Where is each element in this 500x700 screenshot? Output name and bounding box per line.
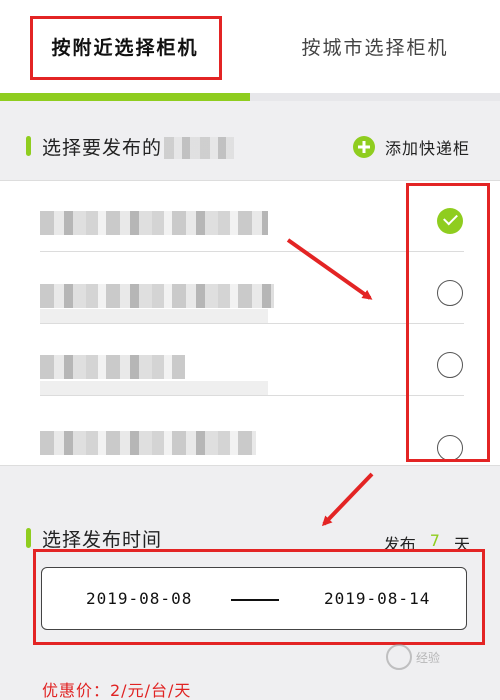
watermark: 经验 [386, 644, 440, 670]
blurred-text [164, 137, 235, 159]
blurred-locker-address [40, 309, 268, 323]
section-accent-bar [26, 136, 31, 156]
radio-unchecked-icon[interactable] [437, 435, 463, 461]
blurred-locker-name [40, 355, 185, 379]
section-accent-bar [26, 528, 31, 548]
radio-checked-icon[interactable] [437, 208, 463, 234]
active-tab-indicator [0, 93, 250, 101]
tab-city[interactable]: 按城市选择柜机 [250, 0, 500, 93]
blurred-locker-name [40, 284, 274, 308]
plus-circle-icon [352, 136, 375, 158]
start-date[interactable]: 2019-08-08 [86, 589, 192, 608]
blurred-locker-name [40, 211, 268, 235]
watermark-text: 经验 [416, 650, 441, 665]
end-date[interactable]: 2019-08-14 [324, 589, 430, 608]
date-range-picker[interactable]: 2019-08-08 2019-08-14 [41, 567, 467, 630]
date-separator [231, 599, 279, 601]
locker-row[interactable] [0, 397, 500, 468]
add-locker-button[interactable]: 添加快递柜 [352, 135, 470, 159]
tab-bar: 按附近选择柜机 按城市选择柜机 [0, 0, 500, 93]
locker-list [0, 180, 500, 466]
publish-days-count: 7 [429, 531, 440, 550]
tab-nearby[interactable]: 按附近选择柜机 [0, 0, 250, 93]
publish-days: 发布 7 天 [384, 531, 470, 555]
locker-row[interactable] [0, 181, 500, 252]
add-locker-label: 添加快递柜 [384, 139, 470, 158]
price-label: 优惠价：2/元/台/天 [42, 681, 192, 700]
blurred-locker-name [40, 431, 256, 455]
section-title-lockers-text: 选择要发布的 [42, 136, 163, 159]
radio-unchecked-icon[interactable] [437, 352, 463, 378]
row-divider [40, 251, 464, 252]
row-divider [40, 323, 464, 324]
arrow-to-dates [321, 472, 374, 527]
watermark-logo-icon [386, 644, 412, 670]
publish-unit: 天 [453, 535, 470, 554]
row-divider [40, 395, 464, 396]
tab-divider-strip [250, 93, 500, 101]
publish-prefix: 发布 [383, 535, 416, 554]
locker-row[interactable] [0, 325, 500, 396]
blurred-locker-address [40, 381, 268, 395]
section-title-time: 选择发布时间 [42, 528, 163, 551]
radio-unchecked-icon[interactable] [437, 280, 463, 306]
locker-row[interactable] [0, 253, 500, 324]
section-title-lockers: 选择要发布的 [42, 133, 235, 160]
